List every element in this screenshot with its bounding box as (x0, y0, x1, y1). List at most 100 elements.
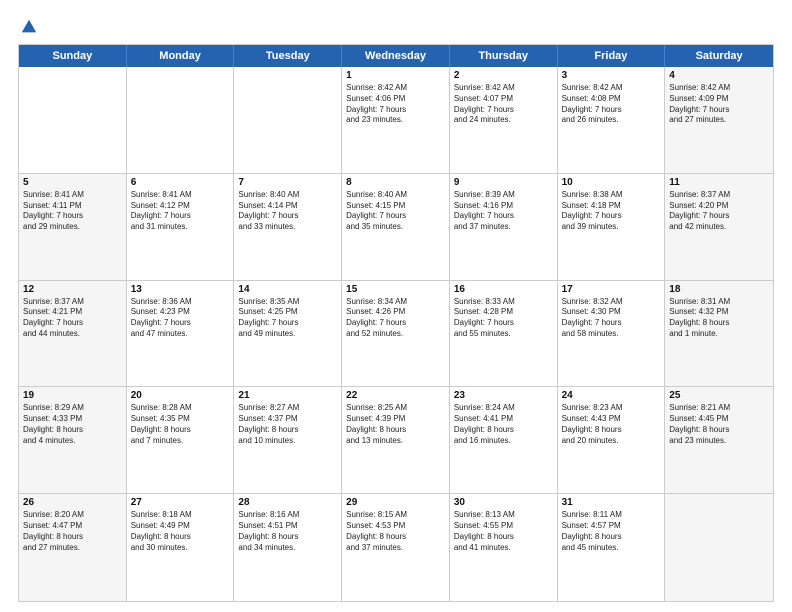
calendar-day-22: 22 Sunrise: 8:25 AM Sunset: 4:39 PM Dayli… (342, 387, 450, 493)
day-number: 19 (23, 390, 122, 401)
day-number: 14 (238, 284, 337, 295)
day-info: Sunrise: 8:40 AM Sunset: 4:14 PM Dayligh… (238, 190, 337, 233)
day-info: Sunrise: 8:40 AM Sunset: 4:15 PM Dayligh… (346, 190, 445, 233)
day-number: 2 (454, 70, 553, 81)
day-info: Sunrise: 8:37 AM Sunset: 4:20 PM Dayligh… (669, 190, 769, 233)
day-info: Sunrise: 8:36 AM Sunset: 4:23 PM Dayligh… (131, 297, 230, 340)
day-number: 29 (346, 497, 445, 508)
calendar-day-25: 25 Sunrise: 8:21 AM Sunset: 4:45 PM Dayli… (665, 387, 773, 493)
calendar-row-2: 5 Sunrise: 8:41 AM Sunset: 4:11 PM Daylig… (19, 174, 773, 281)
day-info: Sunrise: 8:41 AM Sunset: 4:11 PM Dayligh… (23, 190, 122, 233)
calendar-day-3: 3 Sunrise: 8:42 AM Sunset: 4:08 PM Daylig… (558, 67, 666, 173)
day-number: 5 (23, 177, 122, 188)
calendar-day-17: 17 Sunrise: 8:32 AM Sunset: 4:30 PM Dayli… (558, 281, 666, 387)
calendar-day-12: 12Sunrise: 8:37 AM Sunset: 4:21 PM Dayli… (19, 281, 127, 387)
day-number: 31 (562, 497, 661, 508)
calendar-body: 1 Sunrise: 8:42 AM Sunset: 4:06 PM Daylig… (19, 67, 773, 601)
calendar-day-19: 19 Sunrise: 8:29 AM Sunset: 4:33 PM Dayli… (19, 387, 127, 493)
day-info: Sunrise: 8:24 AM Sunset: 4:41 PM Dayligh… (454, 403, 553, 446)
day-number: 26 (23, 497, 122, 508)
calendar-row-4: 19 Sunrise: 8:29 AM Sunset: 4:33 PM Dayli… (19, 387, 773, 494)
weekday-header-saturday: Saturday (665, 45, 773, 67)
day-info: Sunrise: 8:33 AM Sunset: 4:28 PM Dayligh… (454, 297, 553, 340)
calendar-day-13: 13 Sunrise: 8:36 AM Sunset: 4:23 PM Dayli… (127, 281, 235, 387)
weekday-header-wednesday: Wednesday (342, 45, 450, 67)
day-info: Sunrise: 8:42 AM Sunset: 4:07 PM Dayligh… (454, 83, 553, 126)
calendar-row-5: 26 Sunrise: 8:20 AM Sunset: 4:47 PM Dayli… (19, 494, 773, 601)
calendar-day-16: 16 Sunrise: 8:33 AM Sunset: 4:28 PM Dayli… (450, 281, 558, 387)
calendar-day-27: 27 Sunrise: 8:18 AM Sunset: 4:49 PM Dayli… (127, 494, 235, 601)
day-number: 1 (346, 70, 445, 81)
logo (18, 18, 38, 34)
calendar-day-1: 1 Sunrise: 8:42 AM Sunset: 4:06 PM Daylig… (342, 67, 450, 173)
day-number: 3 (562, 70, 661, 81)
day-info: Sunrise: 8:32 AM Sunset: 4:30 PM Dayligh… (562, 297, 661, 340)
calendar-day-31: 31 Sunrise: 8:11 AM Sunset: 4:57 PM Dayli… (558, 494, 666, 601)
day-number: 18 (669, 284, 769, 295)
day-info: Sunrise: 8:42 AM Sunset: 4:09 PM Dayligh… (669, 83, 769, 126)
calendar: SundayMondayTuesdayWednesdayThursdayFrid… (18, 44, 774, 602)
calendar-day-29: 29 Sunrise: 8:15 AM Sunset: 4:53 PM Dayli… (342, 494, 450, 601)
calendar-day-6: 6Sunrise: 8:41 AM Sunset: 4:12 PM Daylig… (127, 174, 235, 280)
day-number: 7 (238, 177, 337, 188)
day-info: Sunrise: 8:21 AM Sunset: 4:45 PM Dayligh… (669, 403, 769, 446)
calendar-row-3: 12Sunrise: 8:37 AM Sunset: 4:21 PM Dayli… (19, 281, 773, 388)
logo-icon (20, 18, 38, 36)
day-number: 27 (131, 497, 230, 508)
day-number: 20 (131, 390, 230, 401)
day-info: Sunrise: 8:39 AM Sunset: 4:16 PM Dayligh… (454, 190, 553, 233)
calendar-day-10: 10Sunrise: 8:38 AM Sunset: 4:18 PM Dayli… (558, 174, 666, 280)
day-info: Sunrise: 8:23 AM Sunset: 4:43 PM Dayligh… (562, 403, 661, 446)
day-number: 23 (454, 390, 553, 401)
day-info: Sunrise: 8:38 AM Sunset: 4:18 PM Dayligh… (562, 190, 661, 233)
day-info: Sunrise: 8:11 AM Sunset: 4:57 PM Dayligh… (562, 510, 661, 553)
day-info: Sunrise: 8:20 AM Sunset: 4:47 PM Dayligh… (23, 510, 122, 553)
weekday-header-monday: Monday (127, 45, 235, 67)
calendar-cell-empty (19, 67, 127, 173)
calendar-day-23: 23 Sunrise: 8:24 AM Sunset: 4:41 PM Dayli… (450, 387, 558, 493)
day-info: Sunrise: 8:28 AM Sunset: 4:35 PM Dayligh… (131, 403, 230, 446)
calendar-day-28: 28 Sunrise: 8:16 AM Sunset: 4:51 PM Dayli… (234, 494, 342, 601)
day-number: 15 (346, 284, 445, 295)
day-number: 6 (131, 177, 230, 188)
day-number: 22 (346, 390, 445, 401)
day-number: 28 (238, 497, 337, 508)
calendar-day-14: 14Sunrise: 8:35 AM Sunset: 4:25 PM Dayli… (234, 281, 342, 387)
day-number: 30 (454, 497, 553, 508)
calendar-cell-empty (665, 494, 773, 601)
calendar-day-4: 4Sunrise: 8:42 AM Sunset: 4:09 PM Daylig… (665, 67, 773, 173)
day-info: Sunrise: 8:16 AM Sunset: 4:51 PM Dayligh… (238, 510, 337, 553)
calendar-day-24: 24 Sunrise: 8:23 AM Sunset: 4:43 PM Dayli… (558, 387, 666, 493)
day-info: Sunrise: 8:42 AM Sunset: 4:06 PM Dayligh… (346, 83, 445, 126)
calendar-day-20: 20 Sunrise: 8:28 AM Sunset: 4:35 PM Dayli… (127, 387, 235, 493)
weekday-header-thursday: Thursday (450, 45, 558, 67)
weekday-header-sunday: Sunday (19, 45, 127, 67)
day-info: Sunrise: 8:27 AM Sunset: 4:37 PM Dayligh… (238, 403, 337, 446)
calendar-cell-empty (127, 67, 235, 173)
day-info: Sunrise: 8:13 AM Sunset: 4:55 PM Dayligh… (454, 510, 553, 553)
day-info: Sunrise: 8:15 AM Sunset: 4:53 PM Dayligh… (346, 510, 445, 553)
calendar-row-1: 1 Sunrise: 8:42 AM Sunset: 4:06 PM Daylig… (19, 67, 773, 174)
day-number: 12 (23, 284, 122, 295)
calendar-day-15: 15 Sunrise: 8:34 AM Sunset: 4:26 PM Dayli… (342, 281, 450, 387)
weekday-header-tuesday: Tuesday (234, 45, 342, 67)
day-number: 25 (669, 390, 769, 401)
day-info: Sunrise: 8:34 AM Sunset: 4:26 PM Dayligh… (346, 297, 445, 340)
day-number: 9 (454, 177, 553, 188)
calendar-day-30: 30 Sunrise: 8:13 AM Sunset: 4:55 PM Dayli… (450, 494, 558, 601)
calendar-day-7: 7 Sunrise: 8:40 AM Sunset: 4:14 PM Daylig… (234, 174, 342, 280)
calendar-cell-empty (234, 67, 342, 173)
day-number: 16 (454, 284, 553, 295)
day-number: 24 (562, 390, 661, 401)
calendar-day-11: 11 Sunrise: 8:37 AM Sunset: 4:20 PM Dayli… (665, 174, 773, 280)
day-info: Sunrise: 8:29 AM Sunset: 4:33 PM Dayligh… (23, 403, 122, 446)
day-number: 17 (562, 284, 661, 295)
calendar-header: SundayMondayTuesdayWednesdayThursdayFrid… (19, 45, 773, 67)
day-number: 13 (131, 284, 230, 295)
day-info: Sunrise: 8:42 AM Sunset: 4:08 PM Dayligh… (562, 83, 661, 126)
calendar-day-21: 21 Sunrise: 8:27 AM Sunset: 4:37 PM Dayli… (234, 387, 342, 493)
day-info: Sunrise: 8:18 AM Sunset: 4:49 PM Dayligh… (131, 510, 230, 553)
day-info: Sunrise: 8:25 AM Sunset: 4:39 PM Dayligh… (346, 403, 445, 446)
day-number: 21 (238, 390, 337, 401)
day-number: 11 (669, 177, 769, 188)
